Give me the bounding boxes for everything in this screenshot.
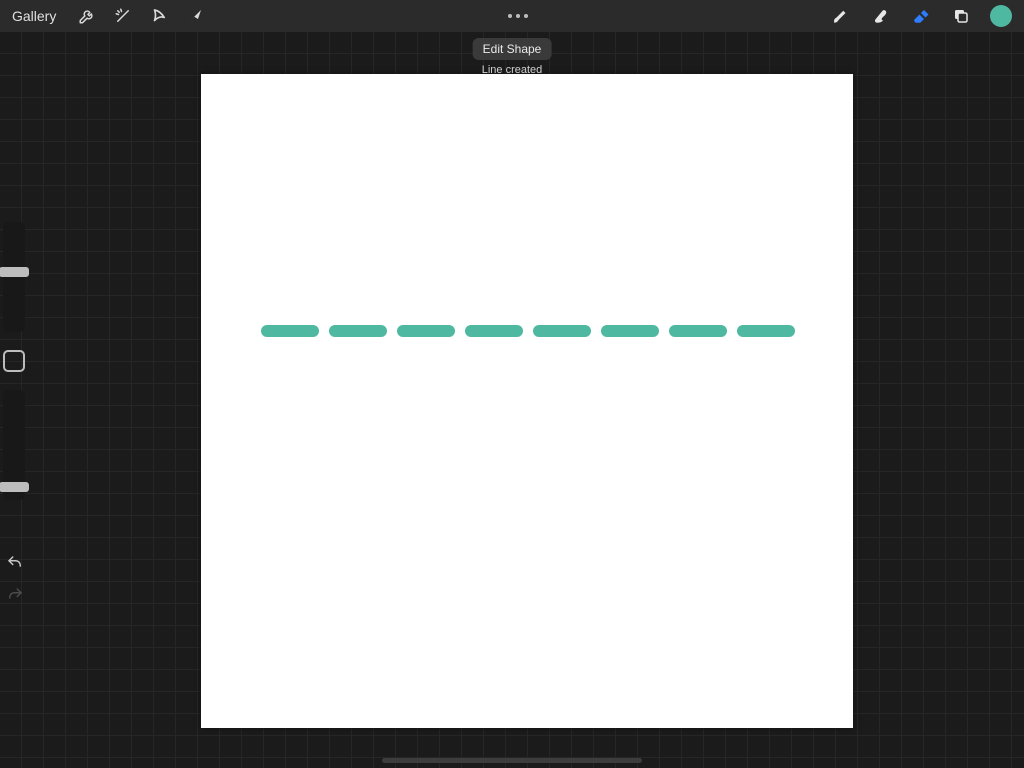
toolbar-center	[206, 4, 830, 28]
modifier-button[interactable]	[3, 350, 25, 372]
gallery-button[interactable]: Gallery	[6, 8, 62, 24]
toolbar-right	[830, 5, 1018, 27]
wrench-icon[interactable]	[76, 5, 98, 27]
shape-popover: Edit Shape Line created	[473, 38, 552, 76]
selection-icon[interactable]	[148, 5, 170, 27]
workspace: Edit Shape Line created	[0, 32, 1024, 768]
dash-segment	[533, 325, 591, 337]
brush-size-thumb[interactable]	[0, 267, 29, 277]
side-panel	[0, 222, 28, 500]
dash-segment	[465, 325, 523, 337]
wand-icon[interactable]	[112, 5, 134, 27]
undo-redo-group	[4, 552, 28, 616]
smudge-icon[interactable]	[870, 5, 892, 27]
home-indicator	[382, 758, 642, 763]
canvas[interactable]	[201, 74, 853, 728]
brush-icon[interactable]	[830, 5, 852, 27]
dash-segment	[669, 325, 727, 337]
toolbar-left: Gallery	[6, 5, 206, 27]
arrow-icon[interactable]	[184, 5, 206, 27]
dash-segment	[329, 325, 387, 337]
dashed-stroke[interactable]	[261, 325, 795, 337]
dash-segment	[397, 325, 455, 337]
dash-segment	[601, 325, 659, 337]
dash-segment	[261, 325, 319, 337]
redo-button[interactable]	[4, 584, 26, 606]
dash-segment	[737, 325, 795, 337]
opacity-slider[interactable]	[3, 390, 25, 500]
undo-button[interactable]	[4, 552, 26, 574]
eraser-icon[interactable]	[910, 5, 932, 27]
edit-shape-button[interactable]: Edit Shape	[473, 38, 552, 60]
status-text: Line created	[482, 64, 543, 76]
top-toolbar: Gallery	[0, 0, 1024, 32]
layers-icon[interactable]	[950, 5, 972, 27]
color-swatch[interactable]	[990, 5, 1012, 27]
opacity-thumb[interactable]	[0, 482, 29, 492]
more-icon[interactable]	[503, 4, 533, 28]
brush-size-slider[interactable]	[3, 222, 25, 332]
